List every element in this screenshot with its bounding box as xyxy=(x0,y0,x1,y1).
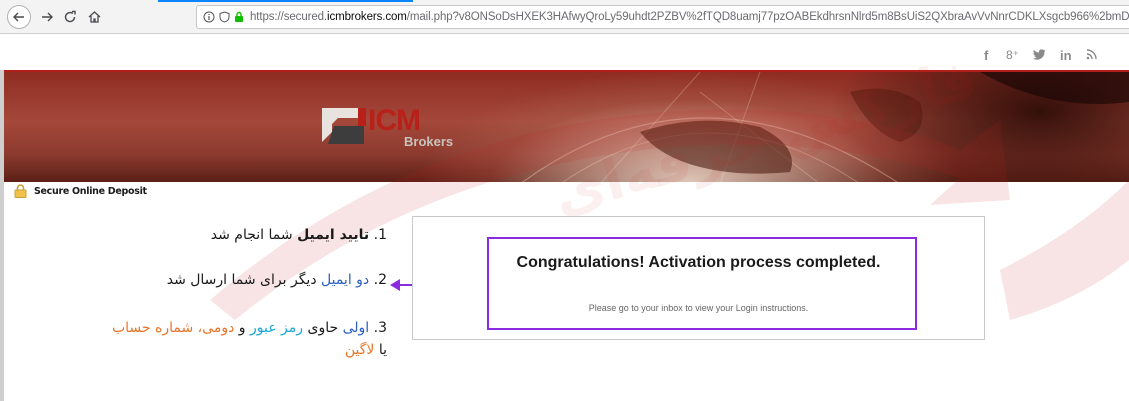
social-bar: f 8⁺ in xyxy=(0,34,1129,70)
banner-graphic xyxy=(521,72,1129,182)
forward-arrow-icon xyxy=(42,12,53,22)
activation-instructions: Please go to your inbox to view your Log… xyxy=(588,303,809,313)
padlock-icon xyxy=(14,184,27,198)
annotation-highlight-box xyxy=(487,237,917,330)
rss-icon[interactable] xyxy=(1086,49,1097,60)
left-rail xyxy=(0,70,4,401)
logo-text: ICM xyxy=(368,104,421,137)
activation-title: Congratulations! Activation process comp… xyxy=(516,254,881,271)
secure-deposit-label: Secure Online Deposit xyxy=(34,185,147,197)
lock-icon[interactable] xyxy=(234,11,244,23)
facebook-icon[interactable]: f xyxy=(984,48,988,63)
tracking-shield-icon[interactable] xyxy=(219,11,230,23)
home-icon xyxy=(88,11,100,23)
browser-toolbar: https://secured.icmbrokers.com/mail.php?… xyxy=(0,0,1129,34)
googleplus-icon[interactable]: 8⁺ xyxy=(1006,48,1019,62)
back-arrow-icon xyxy=(13,12,24,22)
twitter-icon[interactable] xyxy=(1033,49,1046,60)
reload-button[interactable] xyxy=(60,6,80,28)
header-banner: ICM Brokers xyxy=(0,70,1129,182)
note-two-emails-highlight: دو ایمیل xyxy=(321,272,370,288)
note-email-verified: 1. تایید ایمیل شما انجام شد xyxy=(210,227,387,243)
url-domain: icmbrokers.com xyxy=(327,11,407,23)
linkedin-icon[interactable]: in xyxy=(1060,48,1072,63)
reload-icon xyxy=(64,10,76,23)
back-button[interactable] xyxy=(7,5,31,29)
home-button[interactable] xyxy=(84,6,104,28)
note-email-contents: 3. اولی حاوی رمز عبور و دومی، شماره حساب… xyxy=(111,320,387,358)
url-text: https://secured.icmbrokers.com/mail.php?… xyxy=(250,11,1129,23)
url-bar[interactable]: https://secured.icmbrokers.com/mail.php?… xyxy=(196,5,1129,29)
note-email-verified-bold: تایید ایمیل xyxy=(297,227,370,243)
active-tab-indicator xyxy=(158,0,413,2)
logo-subtext: Brokers xyxy=(404,134,454,149)
note-two-emails: 2. دو ایمیل دیگر برای شما ارسال شد xyxy=(166,272,387,288)
secure-deposit-heading: Secure Online Deposit xyxy=(14,184,147,198)
forward-button[interactable] xyxy=(38,6,56,28)
info-icon[interactable] xyxy=(203,11,215,23)
